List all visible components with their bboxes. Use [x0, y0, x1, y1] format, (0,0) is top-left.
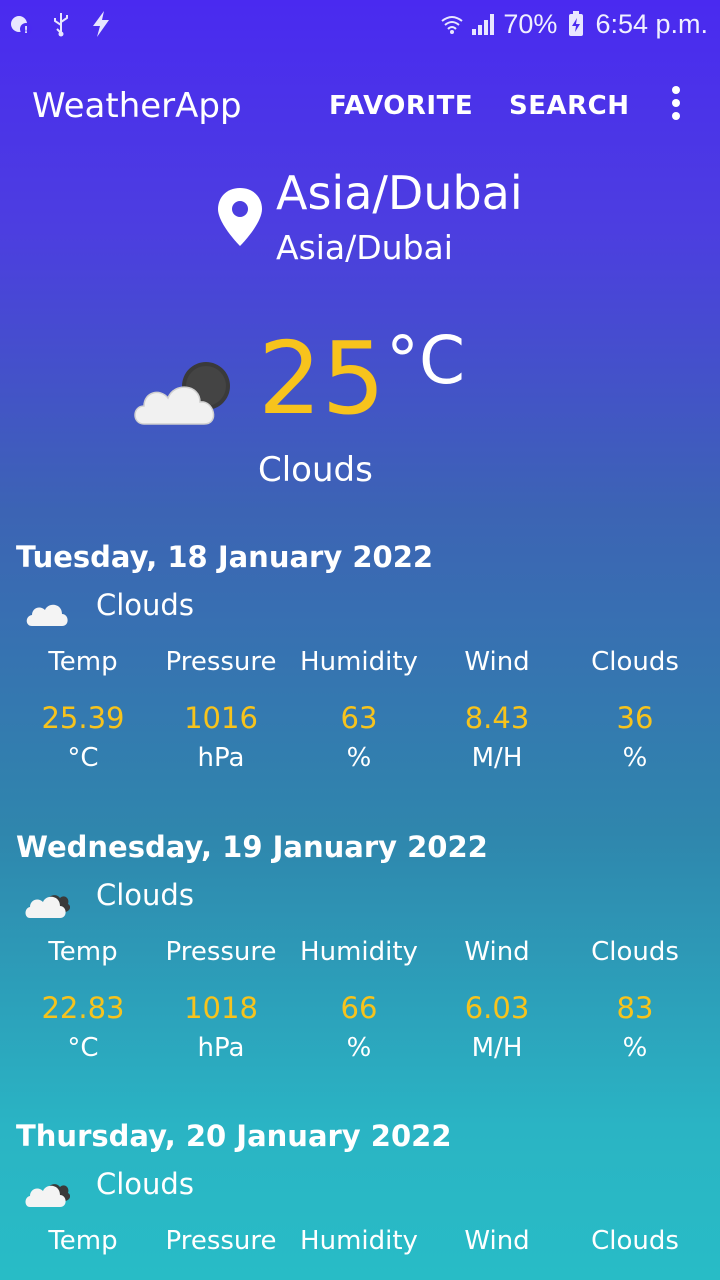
metric-value: 63 — [340, 701, 378, 735]
metric-unit: hPa — [197, 743, 245, 773]
forecast-date: Thursday, 20 January 2022 — [16, 1119, 452, 1153]
metric-pressure: Pressure — [152, 1221, 290, 1277]
notification-icon: ! — [8, 11, 34, 37]
cloud-moon-icon — [134, 362, 230, 425]
status-right-icons: 70% 6:54 p.m. — [439, 9, 708, 40]
current-temperature: 25 — [258, 320, 386, 437]
location-subtitle: Asia/Dubai — [276, 228, 453, 267]
metric-clouds: Clouds — [566, 1221, 704, 1277]
metric-pressure: Pressure 1018 hPa — [152, 932, 290, 1068]
favorite-button[interactable]: FAVORITE — [329, 91, 473, 121]
signal-icon — [471, 11, 497, 37]
cloud-icon — [26, 604, 68, 626]
metric-label: Wind — [464, 1226, 530, 1256]
forecast-description: Clouds — [96, 1167, 194, 1201]
broken-clouds-icon — [25, 895, 70, 918]
metric-unit: °C — [67, 1033, 99, 1063]
status-left-icons: ! — [8, 11, 114, 37]
metric-unit: °C — [67, 743, 99, 773]
battery-icon — [563, 11, 589, 37]
location-title: Asia/Dubai — [276, 166, 523, 220]
metric-unit: % — [622, 1033, 648, 1063]
current-description: Clouds — [258, 450, 373, 490]
metric-value: 25.39 — [41, 701, 125, 735]
current-weather: 25 °C Clouds — [0, 320, 720, 500]
metric-pressure: Pressure 1016 hPa — [152, 642, 290, 778]
metric-label: Temp — [48, 937, 118, 967]
metric-value: 1018 — [184, 991, 258, 1025]
app-title: WeatherApp — [32, 86, 242, 126]
metric-temp: Temp — [14, 1221, 152, 1277]
metric-unit: % — [622, 743, 648, 773]
metric-unit: % — [346, 1033, 372, 1063]
metric-humidity: Humidity — [290, 1221, 428, 1277]
forecast-description: Clouds — [96, 588, 194, 622]
app-bar: WeatherApp FAVORITE SEARCH — [0, 64, 720, 148]
metric-label: Clouds — [591, 937, 679, 967]
metric-value: 6.03 — [464, 991, 530, 1025]
charging-bolt-icon — [88, 11, 114, 37]
metric-value: 1016 — [184, 701, 258, 735]
metrics-row: Temp 25.39 °C Pressure 1016 hPa Humidity… — [14, 642, 704, 778]
metric-label: Wind — [464, 647, 530, 677]
metric-label: Pressure — [165, 1226, 277, 1256]
metric-clouds: Clouds 83 % — [566, 932, 704, 1068]
metric-value: 36 — [616, 701, 654, 735]
metric-label: Clouds — [591, 647, 679, 677]
wifi-icon — [439, 11, 465, 37]
metric-label: Pressure — [165, 647, 277, 677]
forecast-date: Wednesday, 19 January 2022 — [16, 830, 488, 864]
metric-unit: M/H — [471, 743, 523, 773]
metrics-row: Temp 22.83 °C Pressure 1018 hPa Humidity… — [14, 932, 704, 1068]
svg-text:!: ! — [24, 25, 29, 36]
metric-value: 66 — [340, 991, 378, 1025]
metric-label: Humidity — [300, 647, 418, 677]
metric-label: Temp — [48, 647, 118, 677]
metric-humidity: Humidity 66 % — [290, 932, 428, 1068]
metric-value: 22.83 — [41, 991, 125, 1025]
more-vert-icon[interactable] — [664, 86, 688, 126]
metric-unit: % — [346, 743, 372, 773]
forecast-description: Clouds — [96, 878, 194, 912]
metric-clouds: Clouds 36 % — [566, 642, 704, 778]
search-button[interactable]: SEARCH — [509, 91, 629, 121]
temperature-unit: °C — [386, 322, 466, 399]
metric-label: Temp — [48, 1226, 118, 1256]
metric-temp: Temp 25.39 °C — [14, 642, 152, 778]
forecast-date: Tuesday, 18 January 2022 — [16, 540, 434, 574]
metric-label: Humidity — [300, 937, 418, 967]
metric-unit: M/H — [471, 1033, 523, 1063]
location-pin-icon — [218, 188, 262, 246]
metric-label: Clouds — [591, 1226, 679, 1256]
clock: 6:54 p.m. — [595, 8, 708, 39]
metric-label: Wind — [464, 937, 530, 967]
metric-unit: hPa — [197, 1033, 245, 1063]
location-header: Asia/Dubai Asia/Dubai — [214, 166, 634, 276]
metric-wind: Wind 6.03 M/H — [428, 932, 566, 1068]
status-bar: ! 70% 6:54 p.m. — [0, 0, 720, 48]
metric-label: Pressure — [165, 937, 277, 967]
metric-value: 8.43 — [464, 701, 530, 735]
metric-value: 83 — [616, 991, 654, 1025]
metric-wind: Wind 8.43 M/H — [428, 642, 566, 778]
metric-humidity: Humidity 63 % — [290, 642, 428, 778]
metric-temp: Temp 22.83 °C — [14, 932, 152, 1068]
metric-wind: Wind — [428, 1221, 566, 1277]
usb-icon — [48, 11, 74, 37]
broken-clouds-icon — [25, 1184, 70, 1207]
metrics-row: Temp Pressure Humidity Wind Clouds — [14, 1221, 704, 1277]
battery-percent: 70% — [503, 8, 558, 39]
metric-label: Humidity — [300, 1226, 418, 1256]
